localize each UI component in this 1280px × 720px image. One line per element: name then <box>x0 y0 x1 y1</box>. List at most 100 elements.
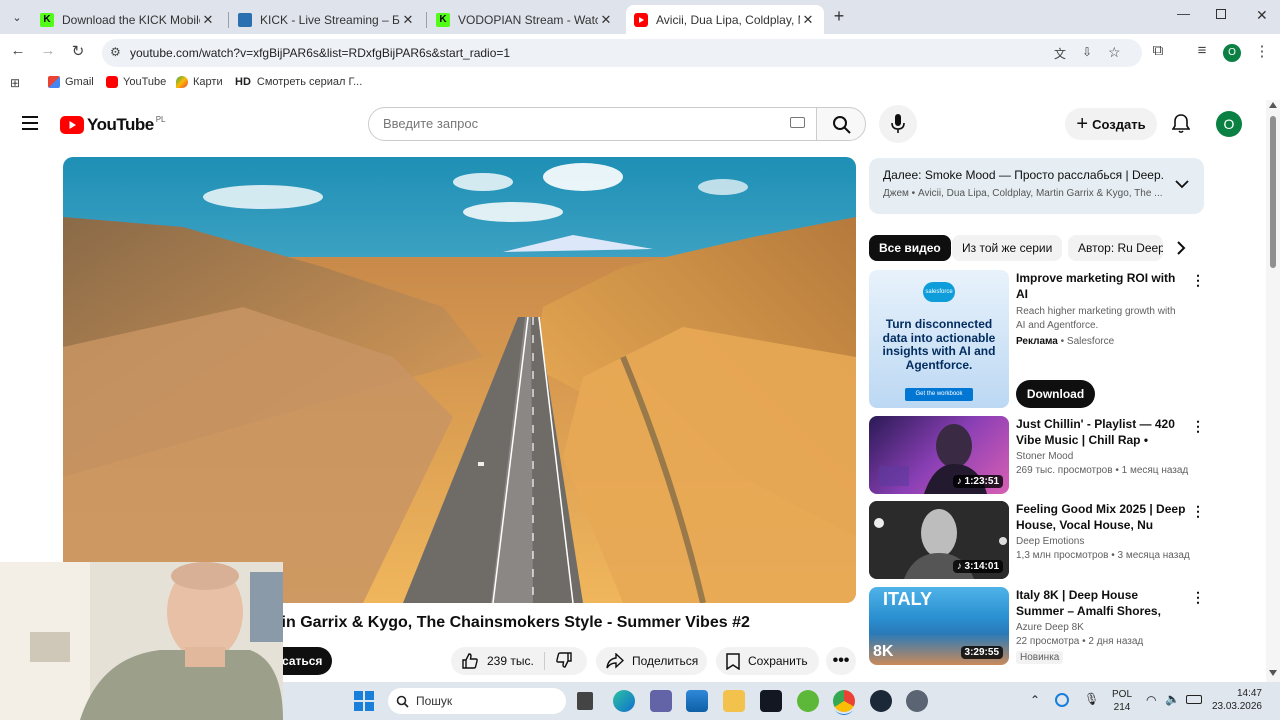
keyboard-icon[interactable] <box>790 117 805 128</box>
file-explorer-icon[interactable] <box>723 690 745 712</box>
close-tab-icon[interactable]: ✕ <box>200 12 216 28</box>
address-bar[interactable]: ⚙ youtube.com/watch?v=xfgBijPAR6s&list=R… <box>102 39 1142 67</box>
bookmark-star-icon[interactable]: ☆ <box>1108 44 1121 61</box>
translate-icon[interactable]: 文 <box>1054 45 1066 62</box>
wifi-icon[interactable]: ◠ <box>1146 693 1156 707</box>
extensions-puzzle-icon[interactable]: ⧉ <box>1148 42 1168 59</box>
new-tab-button[interactable]: + <box>830 6 848 27</box>
ad-label: Реклама <box>1016 336 1058 347</box>
view-stats: 269 тыс. просмотров • 1 месяц назад <box>1016 465 1189 476</box>
apps-grid-icon[interactable]: ⊞ <box>10 76 20 90</box>
close-tab-icon[interactable]: ✕ <box>400 12 416 28</box>
tab-list-button[interactable]: ⌄ <box>8 9 26 27</box>
youtube-logo[interactable]: YouTube PL <box>60 115 166 135</box>
bookmark-youtube[interactable]: YouTube <box>106 76 166 88</box>
ad-card[interactable]: salesforce Turn disconnected data into a… <box>869 270 1205 410</box>
search-input[interactable]: Введите запрос <box>368 107 817 141</box>
notifications-bell-icon[interactable] <box>1171 114 1191 139</box>
tray-microphone-icon[interactable]: 🎙 <box>1084 692 1099 706</box>
keyboard-language[interactable]: POL 214 <box>1112 688 1132 714</box>
close-window-icon[interactable]: ✕ <box>1256 7 1268 24</box>
recommended-video[interactable]: ♪ 1:23:51 Just Chillin' - Playlist — 420… <box>869 416 1205 496</box>
ad-download-button[interactable]: Download <box>1016 380 1095 408</box>
kick-favicon-icon: K <box>40 12 54 27</box>
tab-vodopian[interactable]: K VODOPIAN Stream - Watch Liv ✕ <box>428 5 622 34</box>
bookmark-gmail[interactable]: Gmail <box>48 76 94 88</box>
create-button[interactable]: + Создать <box>1065 108 1157 140</box>
chips-next-arrow-icon[interactable] <box>1176 240 1186 261</box>
video-thumbnail[interactable]: ♪ 1:23:51 <box>869 416 1009 494</box>
chrome-menu-icon[interactable]: ⋮ <box>1252 42 1272 60</box>
battery-icon[interactable] <box>1186 695 1202 704</box>
page-scrollbar[interactable] <box>1266 100 1280 682</box>
hamburger-menu-icon[interactable] <box>22 116 38 130</box>
thumbs-up-icon <box>462 653 478 669</box>
close-tab-icon[interactable]: ✕ <box>598 12 614 28</box>
settings-gear-icon[interactable] <box>906 690 928 712</box>
profile-avatar[interactable]: O <box>1223 44 1241 62</box>
more-vert-icon[interactable]: ⋮ <box>1191 418 1205 435</box>
system-clock[interactable]: 14:47 23.03.2026 <box>1210 687 1262 713</box>
account-avatar[interactable]: O <box>1216 111 1242 137</box>
edge-browser-icon[interactable] <box>613 690 635 712</box>
chrome-taskbar-icon[interactable] <box>833 690 855 712</box>
voice-search-button[interactable] <box>879 105 917 143</box>
url-text: youtube.com/watch?v=xfgBijPAR6s&list=RDx… <box>130 46 511 60</box>
teams-icon[interactable] <box>650 690 672 712</box>
more-vert-icon[interactable]: ⋮ <box>1191 503 1205 520</box>
up-next-card[interactable]: Далее: Smoke Mood — Просто расслабься | … <box>869 158 1204 214</box>
scroll-down-arrow-icon[interactable] <box>1269 670 1277 676</box>
search-button[interactable] <box>816 107 866 141</box>
close-tab-icon[interactable]: ✕ <box>800 12 816 28</box>
chip-author[interactable]: Автор: Ru Deep <box>1068 235 1163 261</box>
install-app-icon[interactable]: ⇩ <box>1082 45 1092 59</box>
task-view-icon[interactable] <box>577 692 593 710</box>
more-vert-icon[interactable]: ⋮ <box>1191 589 1205 606</box>
back-arrow-icon[interactable]: ← <box>8 42 28 59</box>
chevron-down-icon[interactable] <box>1175 176 1189 194</box>
chip-same-series[interactable]: Из той же серии <box>952 235 1063 261</box>
recommended-video[interactable]: ♪ 3:14:01 Feeling Good Mix 2025 | Deep H… <box>869 501 1205 581</box>
tab-kick-live[interactable]: KICK - Live Streaming – Безкош ✕ <box>230 5 424 34</box>
volume-icon[interactable]: 🔈 <box>1165 692 1180 706</box>
ad-thumbnail[interactable]: salesforce Turn disconnected data into a… <box>869 270 1009 408</box>
reload-icon[interactable]: ↻ <box>68 42 88 60</box>
scrollbar-thumb[interactable] <box>1270 116 1276 268</box>
video-thumbnail[interactable]: ITALY 8K 3:29:55 <box>869 587 1009 665</box>
tab-kick-download[interactable]: K Download the KICK Mobile & T ✕ <box>32 5 224 34</box>
windows-start-icon[interactable] <box>354 691 374 711</box>
taskbar-search-input[interactable]: Пошук <box>388 688 566 714</box>
view-stats: 1,3 млн просмотров • 3 месяца назад <box>1016 550 1190 561</box>
media-controls-icon[interactable]: ≡ <box>1192 42 1212 59</box>
store-icon[interactable] <box>686 690 708 712</box>
recommended-video[interactable]: ITALY 8K 3:29:55 Italy 8K | Deep House S… <box>869 587 1205 667</box>
steam-icon[interactable] <box>870 690 892 712</box>
minimize-window-icon[interactable]: — <box>1177 6 1190 21</box>
bookmark-series[interactable]: HD Смотреть сериал Г... <box>235 76 362 88</box>
save-button[interactable]: Сохранить <box>716 647 819 675</box>
taskbar-search-placeholder: Пошук <box>416 694 453 708</box>
share-button[interactable]: Поделиться <box>596 647 707 675</box>
tab-title: Download the KICK Mobile & T <box>62 12 200 27</box>
forward-arrow-icon[interactable]: → <box>38 42 58 59</box>
more-actions-button[interactable]: ••• <box>826 647 856 675</box>
tradingview-icon[interactable] <box>760 690 782 712</box>
dislike-button[interactable] <box>545 651 573 672</box>
tray-overflow-chevron-icon[interactable]: ⌃ <box>1030 693 1040 707</box>
bookmark-maps[interactable]: Карти <box>176 76 223 88</box>
torrent-client-icon[interactable] <box>797 690 819 712</box>
tray-app-icon[interactable] <box>1055 693 1069 707</box>
chip-all-videos[interactable]: Все видео <box>869 235 951 261</box>
scroll-up-arrow-icon[interactable] <box>1269 102 1277 108</box>
advertiser-name: Salesforce <box>1066 336 1115 347</box>
up-next-subtitle: Джем • Avicii, Dua Lipa, Coldplay, Marti… <box>883 188 1163 199</box>
like-button[interactable]: 239 тыс. <box>451 652 545 670</box>
video-player[interactable] <box>63 157 856 603</box>
more-vert-icon[interactable]: ⋮ <box>1191 272 1205 289</box>
webcam-overlay <box>0 562 283 720</box>
restore-window-icon[interactable] <box>1216 9 1226 19</box>
video-thumbnail[interactable]: ♪ 3:14:01 <box>869 501 1009 579</box>
ad-thumb-text: Turn disconnected data into actionable i… <box>882 317 996 372</box>
site-info-icon[interactable]: ⚙ <box>110 45 121 59</box>
tab-youtube-active[interactable]: Avicii, Dua Lipa, Coldplay, Marti ✕ <box>626 5 824 34</box>
